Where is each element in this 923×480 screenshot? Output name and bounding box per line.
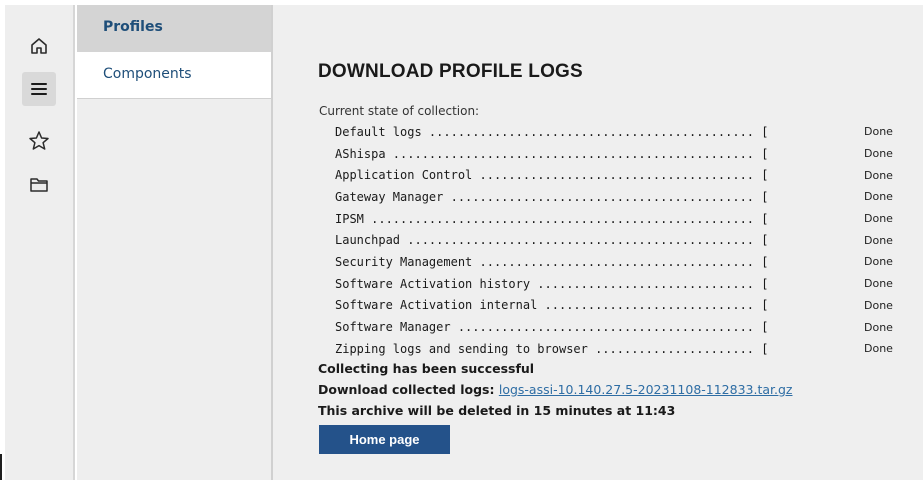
log-line: Gateway Manager ........................… (335, 189, 769, 204)
log-row: Zipping logs and sending to browser ....… (335, 338, 895, 360)
log-row: Software Activation history ............… (335, 273, 895, 295)
star-icon[interactable] (22, 124, 56, 158)
download-label: Download collected logs: (318, 382, 495, 397)
subnav-item-profiles[interactable]: Profiles (77, 5, 271, 52)
app-window: Profiles Components DOWNLOAD PROFILE LOG… (0, 0, 923, 480)
log-status: Done (864, 298, 893, 312)
log-line: AShispa ................................… (335, 146, 769, 161)
icon-rail (5, 5, 75, 480)
log-row: AShispa ................................… (335, 143, 895, 165)
download-link[interactable]: logs-assi-10.140.27.5-20231108-112833.ta… (499, 382, 793, 397)
subnav-item-label: Components (103, 66, 192, 82)
log-status: Done (864, 255, 893, 269)
log-list: Default logs ...........................… (335, 121, 895, 360)
main-content: DOWNLOAD PROFILE LOGS Current state of c… (273, 5, 923, 480)
menu-icon[interactable] (22, 72, 56, 106)
log-status: Done (864, 212, 893, 226)
log-line: IPSM ...................................… (335, 211, 769, 226)
folder-icon[interactable] (22, 168, 56, 202)
log-line: Launchpad ..............................… (335, 233, 769, 248)
log-status: Done (864, 277, 893, 291)
download-line: Download collected logs: logs-assi-10.14… (318, 382, 793, 397)
log-line: Software Activation internal ...........… (335, 298, 769, 313)
subnav-panel: Profiles Components (77, 5, 273, 480)
log-row: Security Management ....................… (335, 251, 895, 273)
home-page-button[interactable]: Home page (319, 425, 450, 454)
log-line: Zipping logs and sending to browser ....… (335, 341, 769, 356)
log-status: Done (864, 168, 893, 182)
log-status: Done (864, 147, 893, 161)
log-row: Software Manager .......................… (335, 316, 895, 338)
log-row: Software Activation internal ...........… (335, 295, 895, 317)
log-row: Launchpad ..............................… (335, 229, 895, 251)
success-message: Collecting has been successful (318, 361, 535, 376)
delete-notice: This archive will be deleted in 15 minut… (318, 403, 676, 418)
log-status: Done (864, 125, 893, 139)
window-edge-mark (0, 454, 2, 480)
log-status: Done (864, 342, 893, 356)
page-title: DOWNLOAD PROFILE LOGS (318, 61, 583, 82)
log-line: Default logs ...........................… (335, 124, 769, 139)
log-line: Software Activation history ............… (335, 276, 769, 291)
log-status: Done (864, 233, 893, 247)
log-row: Default logs ...........................… (335, 121, 895, 143)
log-row: Gateway Manager ........................… (335, 186, 895, 208)
log-status: Done (864, 320, 893, 334)
subnav-item-label: Profiles (103, 19, 163, 35)
log-row: Application Control ....................… (335, 164, 895, 186)
log-row: IPSM ...................................… (335, 208, 895, 230)
home-icon[interactable] (22, 29, 56, 63)
log-line: Security Management ....................… (335, 254, 769, 269)
subnav-item-components[interactable]: Components (77, 52, 271, 99)
collection-state-label: Current state of collection: (319, 104, 480, 118)
log-line: Software Manager .......................… (335, 320, 769, 335)
log-status: Done (864, 190, 893, 204)
log-line: Application Control ....................… (335, 168, 769, 183)
